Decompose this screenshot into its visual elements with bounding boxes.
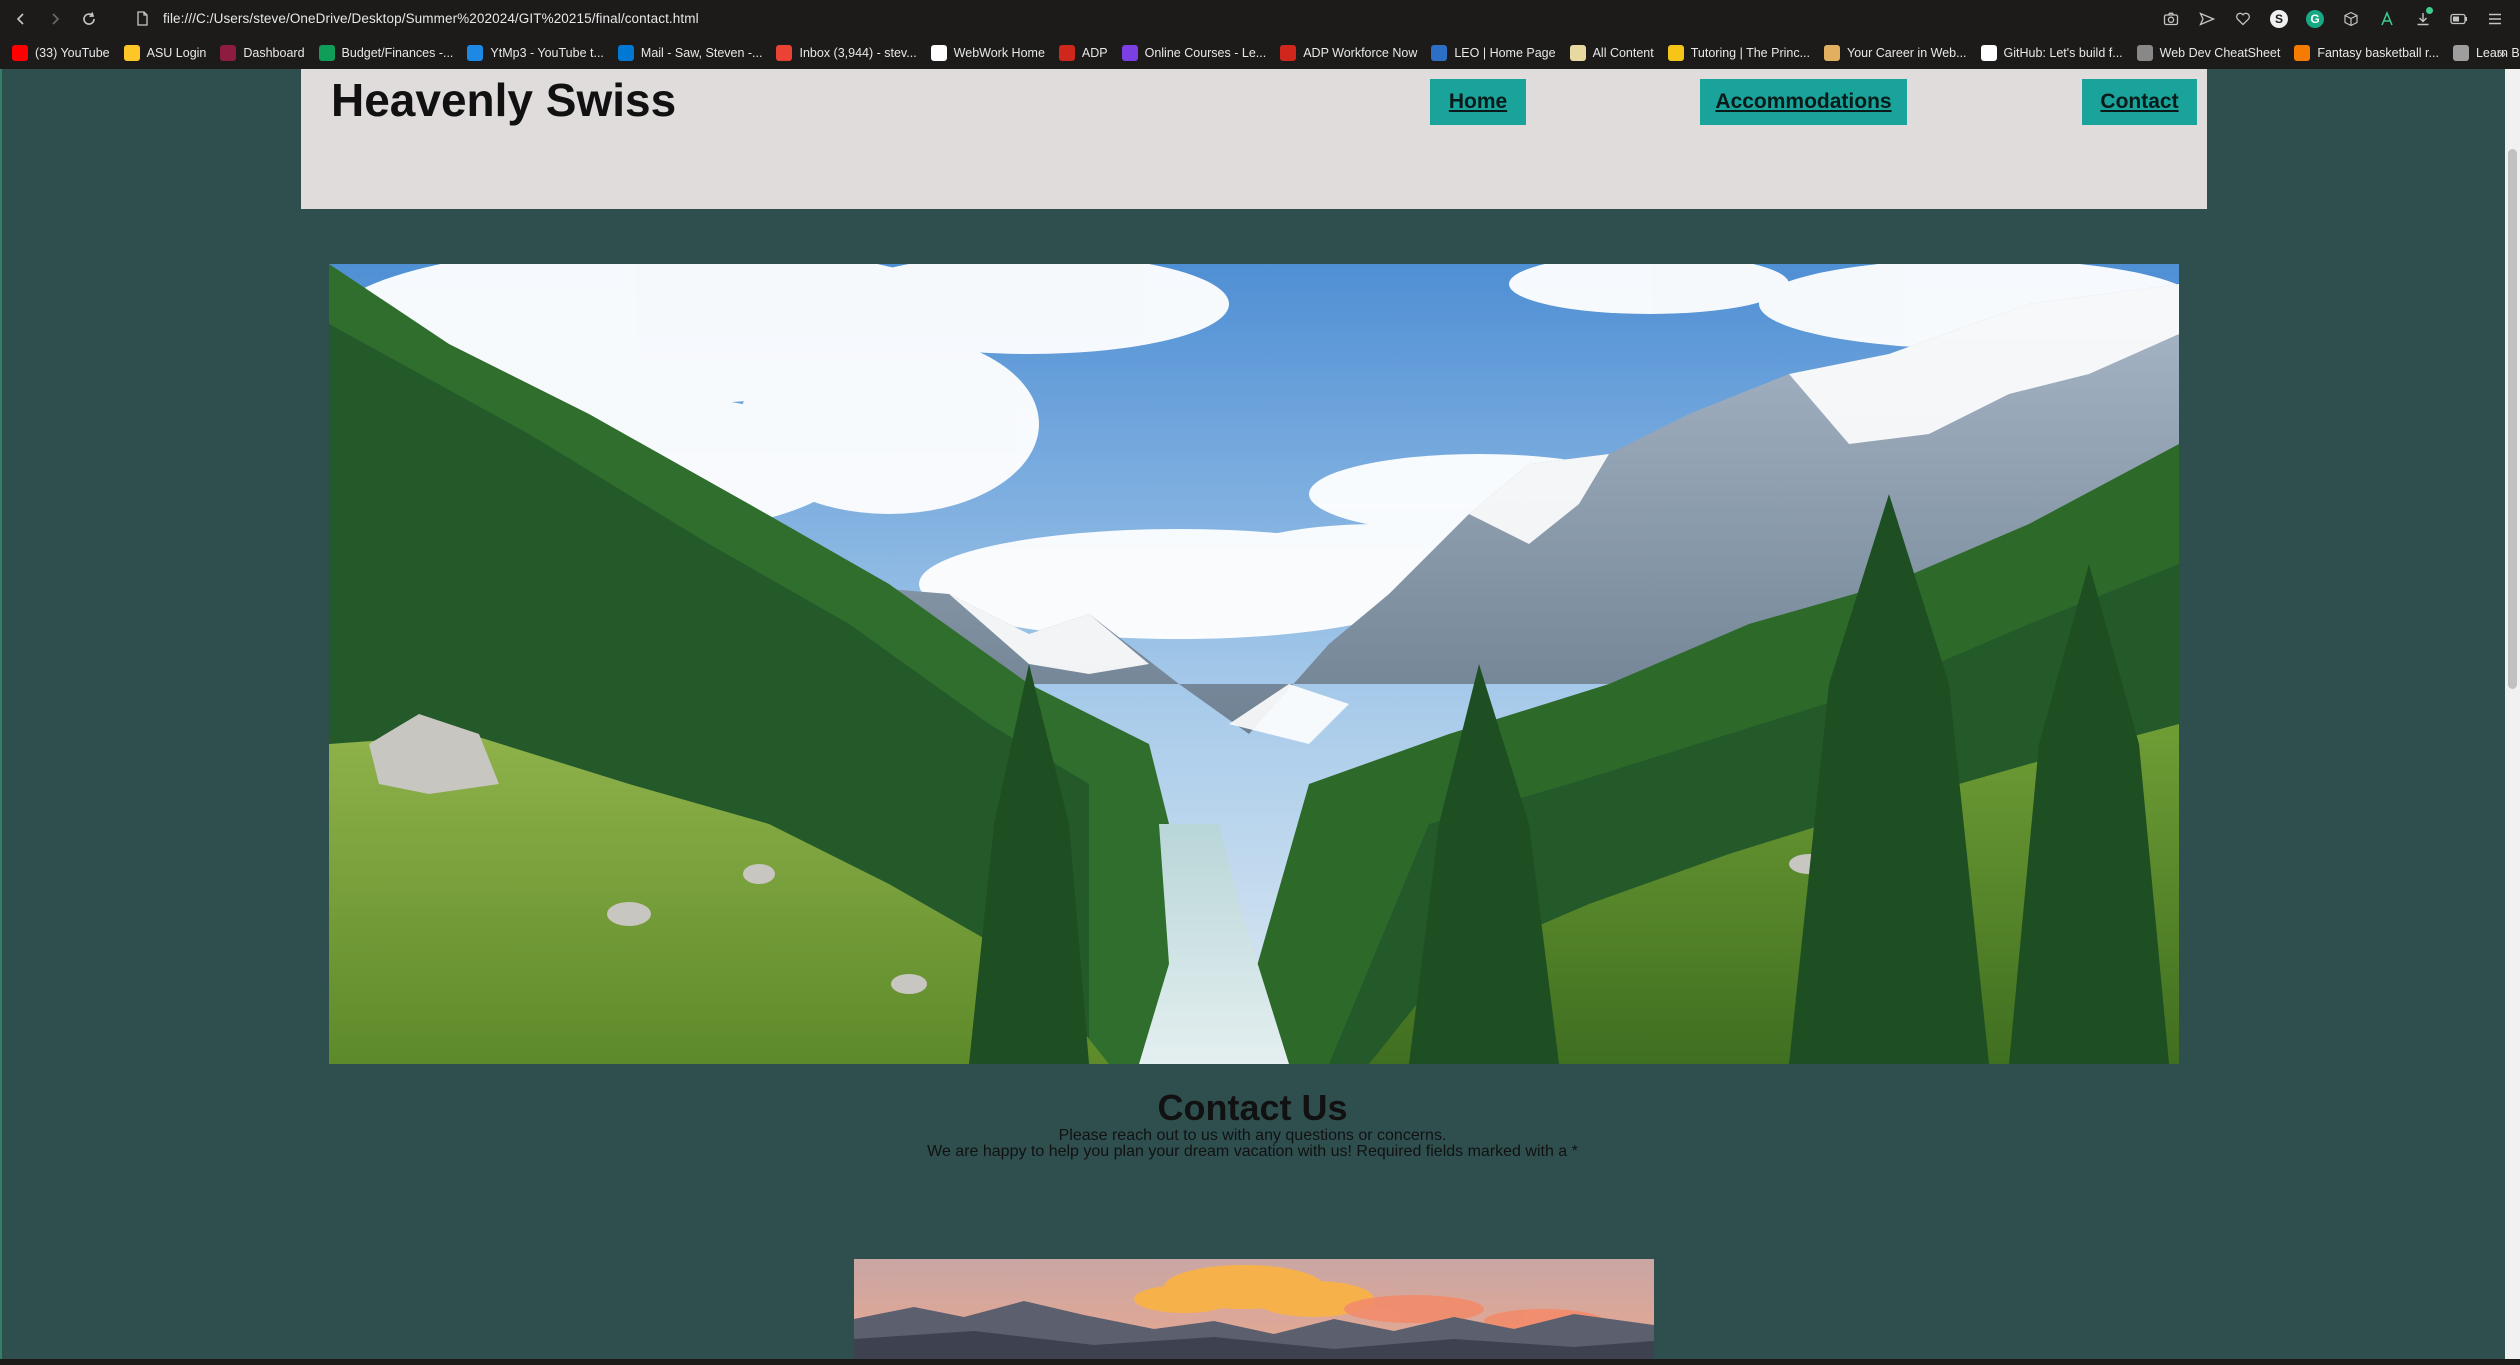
profile-icon[interactable] (2372, 4, 2402, 34)
bookmark-label: Budget/Finances -... (341, 46, 454, 60)
bookmark-item[interactable]: ADP Workforce Now (1280, 45, 1417, 61)
bookmark-label: Inbox (3,944) - stev... (799, 46, 917, 60)
adp-icon (1280, 45, 1297, 61)
back-button[interactable] (4, 2, 38, 36)
bookmark-item[interactable]: ADP (1058, 45, 1108, 61)
bookmarks-overflow-icon[interactable]: » (2498, 37, 2506, 69)
site-header: Heavenly Swiss Home Accommodations Conta… (301, 69, 2207, 209)
browser-toolbar: file:///C:/Users/steve/OneDrive/Desktop/… (0, 0, 2520, 37)
backend-icon (2452, 45, 2469, 61)
document-icon (930, 45, 947, 61)
window-bottom-edge (0, 1359, 2520, 1365)
bookmark-item[interactable]: YtMp3 - YouTube t... (467, 45, 604, 61)
extension-s-icon[interactable]: S (2264, 4, 2294, 34)
battery-icon[interactable] (2444, 4, 2474, 34)
site-title: Heavenly Swiss (331, 74, 677, 126)
gmail-icon (776, 45, 793, 61)
bookmark-label: GitHub: Let's build f... (2003, 46, 2123, 60)
bookmark-item[interactable]: All Content (1569, 45, 1654, 61)
bookmark-label: Mail - Saw, Steven -... (640, 46, 763, 60)
ytmp3-icon (467, 45, 484, 61)
cheatsheet-icon (2136, 45, 2153, 61)
bookmark-label: Fantasy basketball r... (2317, 46, 2439, 60)
hero-image (329, 264, 2179, 1064)
url-text[interactable]: file:///C:/Users/steve/OneDrive/Desktop/… (163, 11, 699, 26)
extension-grammarly-icon[interactable]: G (2300, 4, 2330, 34)
bookmark-label: Your Career in Web... (1847, 46, 1967, 60)
bookmark-item[interactable]: Web Dev CheatSheet (2136, 45, 2281, 61)
bookmarks-bar: (33) YouTube ASU Login Dashboard Budget/Fin… (0, 37, 2520, 69)
nav-accommodations-link[interactable]: Accommodations (1700, 79, 1907, 125)
bookmark-item[interactable]: Inbox (3,944) - stev... (776, 45, 917, 61)
bookmark-label: WebWork Home (953, 46, 1045, 60)
forward-button[interactable] (38, 2, 72, 36)
fantasy-icon (2294, 45, 2311, 61)
contact-intro-line-2: We are happy to help you plan your dream… (927, 1143, 1578, 1160)
file-icon (137, 11, 148, 26)
nav-home-link[interactable]: Home (1430, 79, 1526, 125)
sheets-icon (318, 45, 335, 61)
bookmark-item[interactable]: Budget/Finances -... (318, 45, 454, 61)
bookmark-item[interactable]: Dashboard (220, 45, 305, 61)
outlook-icon (617, 45, 634, 61)
bookmark-item[interactable]: Tutoring | The Princ... (1667, 45, 1811, 61)
bookmark-label: Dashboard (243, 46, 305, 60)
download-icon[interactable] (2408, 4, 2438, 34)
contact-heading: Contact Us (1157, 1087, 1348, 1128)
bookmark-item[interactable]: ASU Login (123, 45, 207, 61)
bookmark-label: ADP Workforce Now (1303, 46, 1418, 60)
back-arrow-icon (16, 12, 24, 25)
vertical-scrollbar[interactable] (2505, 69, 2520, 1359)
nav-contact-link[interactable]: Contact (2082, 79, 2197, 125)
reload-button[interactable] (72, 2, 106, 36)
bookmark-item[interactable]: GitHub: Let's build f... (1980, 45, 2123, 61)
bookmark-label: YtMp3 - YouTube t... (490, 46, 604, 60)
bookmark-label: Web Dev CheatSheet (2159, 46, 2281, 60)
bookmark-label: ASU Login (146, 46, 207, 60)
youtube-icon (12, 45, 28, 61)
bookmark-item[interactable]: Learn Backend Dev... (2452, 45, 2520, 61)
leo-icon (1431, 45, 1448, 61)
reload-icon (83, 11, 95, 25)
asu-pitchfork-icon (220, 45, 237, 61)
page-edge-line (0, 69, 2, 1359)
bookmark-item[interactable]: WebWork Home (930, 45, 1045, 61)
heart-icon[interactable] (2228, 4, 2258, 34)
asu-icon (123, 45, 140, 61)
toolbar-actions: S G (2156, 0, 2510, 37)
bookmark-item[interactable]: Online Courses - Le... (1121, 45, 1267, 61)
bookmark-label: (33) YouTube (35, 46, 110, 60)
cube-icon[interactable] (2336, 4, 2366, 34)
bookmark-item[interactable]: Your Career in Web... (1824, 45, 1967, 61)
courses-icon (1121, 45, 1138, 61)
sunset-mountain-image (854, 1259, 1654, 1359)
web-page: Heavenly Swiss Home Accommodations Conta… (0, 69, 2505, 1359)
content-icon (1569, 45, 1586, 61)
adp-icon (1058, 45, 1075, 61)
career-icon (1824, 45, 1841, 61)
address-bar[interactable]: file:///C:/Users/steve/OneDrive/Desktop/… (136, 5, 699, 33)
bookmark-label: LEO | Home Page (1454, 46, 1556, 60)
menu-icon[interactable] (2480, 4, 2510, 34)
scrollbar-thumb[interactable] (2508, 149, 2517, 689)
bookmark-item[interactable]: (33) YouTube (12, 45, 110, 61)
bookmark-item[interactable]: LEO | Home Page (1431, 45, 1556, 61)
camera-icon[interactable] (2156, 4, 2186, 34)
download-indicator-dot (2426, 6, 2433, 14)
github-icon (1980, 45, 1997, 61)
bookmark-label: All Content (1592, 46, 1654, 60)
forward-arrow-icon (52, 12, 60, 25)
princeton-icon (1667, 45, 1684, 61)
bookmark-item[interactable]: Fantasy basketball r... (2294, 45, 2439, 61)
send-icon[interactable] (2192, 4, 2222, 34)
bookmark-label: Online Courses - Le... (1144, 46, 1267, 60)
bookmark-label: Tutoring | The Princ... (1690, 46, 1811, 60)
bookmark-label: ADP (1081, 46, 1108, 60)
bookmark-item[interactable]: Mail - Saw, Steven -... (617, 45, 763, 61)
